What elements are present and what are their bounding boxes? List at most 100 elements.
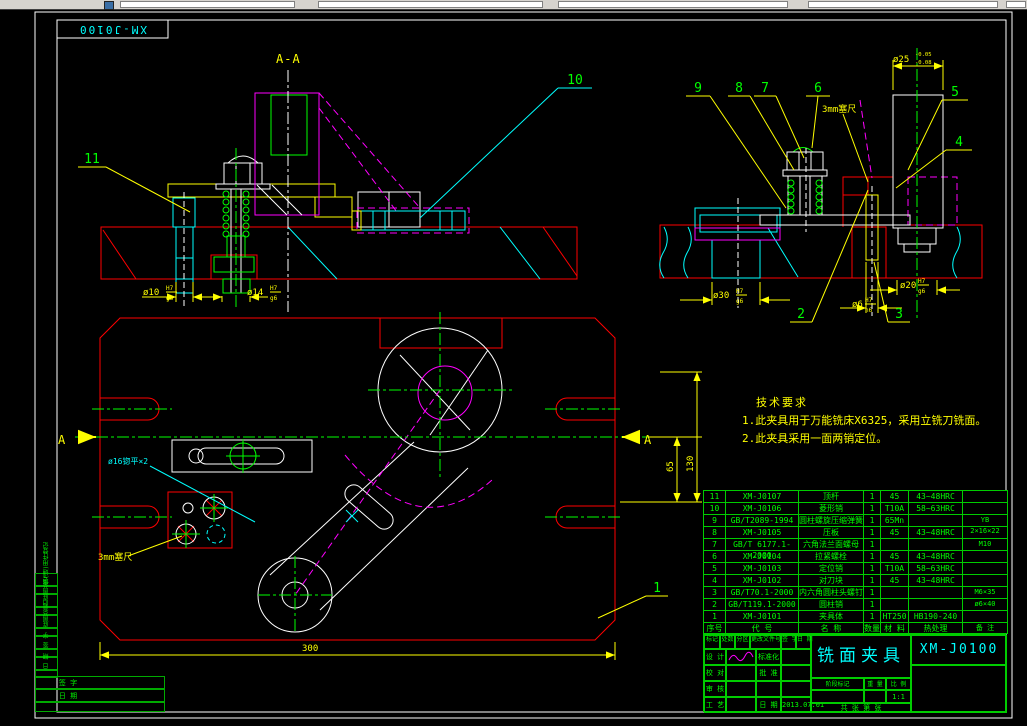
dim-fit: g6 xyxy=(736,298,744,305)
titleblock-label: 阶段标记 xyxy=(811,678,864,690)
parts-table-row: 3 GB/T70.1-2000 内六角圆柱头螺钉 1 M6×35 xyxy=(704,586,1007,598)
parts-table-cell: 定位销 xyxy=(799,563,864,574)
parts-table-cell: 1 xyxy=(864,575,881,586)
parts-table-cell: 热处理 xyxy=(909,623,963,633)
parts-table-cell: XM-J0101 xyxy=(726,611,799,622)
dim-phi6: ø6 xyxy=(852,300,863,310)
balloon-10: 10 xyxy=(567,73,583,88)
parts-table-cell: 58~63HRC xyxy=(909,563,963,574)
parts-table-cell: 43~48HRC xyxy=(909,575,963,586)
parts-table-cell: 1 xyxy=(864,491,881,502)
parts-table-cell: 内六角圆柱头螺钉 xyxy=(799,587,864,598)
titleblock-cell xyxy=(911,665,1007,713)
titleblock-label: 工 艺 xyxy=(704,697,726,713)
parts-table-cell: 材 料 xyxy=(881,623,909,633)
titleblock-cell xyxy=(781,681,811,697)
parts-table: 11 XM-J0107 顶杆 1 45 43~48HRC 10 XM-J0106 菱形销 1 T10… xyxy=(703,490,1008,634)
parts-table-cell: 1 xyxy=(864,527,881,538)
parts-table-cell: GB/T70.1-2000 xyxy=(726,587,799,598)
tech-requirements: 技术要求 1.此夹具用于万能铣床X6325，采用立铣刀铣面。 2.此夹具采用一面… xyxy=(742,394,986,448)
parts-table-cell: 数量 xyxy=(864,623,881,633)
parts-table-cell: 代 号 xyxy=(726,623,799,633)
parts-table-cell: ø6×40 xyxy=(974,600,996,608)
dim-phi20: ø20 xyxy=(900,281,916,291)
parts-table-cell xyxy=(909,599,963,610)
note-feeler-right: 3mm塞尺 xyxy=(822,103,856,115)
parts-table-row: 4 XM-J0102 对刀块 1 45 43~48HRC xyxy=(704,574,1007,586)
titleblock-label: 日 期 xyxy=(796,635,813,649)
parts-table-cell: 1 xyxy=(864,611,881,622)
border-field-empty xyxy=(35,702,165,712)
balloon-1: 1 xyxy=(653,581,661,596)
parts-table-cell: 43~48HRC xyxy=(909,491,963,502)
titleblock-cell xyxy=(726,665,756,681)
titleblock-label: 比 例 xyxy=(886,678,911,690)
titleblock-cell xyxy=(811,690,864,703)
titleblock-date: 2013.07.01 xyxy=(781,697,824,713)
balloon-8: 8 xyxy=(735,81,743,96)
titleblock-cell xyxy=(726,697,756,713)
parts-table-cell: 1 xyxy=(704,611,726,622)
parts-table-row: 5 XM-J0103 定位销 1 T10A 58~63HRC xyxy=(704,562,1007,574)
note-hole: ø16锪平×2 xyxy=(108,456,148,466)
dim-phi14: ø14 xyxy=(247,288,263,298)
dim-fit: H7 xyxy=(736,288,744,295)
corner-drawing-code: XM-J0100 xyxy=(78,23,147,36)
titleblock-label: 设 计 xyxy=(704,649,726,665)
tech-requirements-item: 1.此夹具用于万能铣床X6325，采用立铣刀铣面。 xyxy=(742,414,987,427)
parts-table-cell: 65Mn xyxy=(881,515,909,526)
parts-table-cell: 43~48HRC xyxy=(909,527,963,538)
titleblock-label: 分区 xyxy=(735,635,750,649)
parts-table-cell: GB/T 6177.1-2000 xyxy=(726,539,799,560)
cut-arrow-label-left: A xyxy=(58,433,66,447)
parts-table-cell: GB/T2089-1994 xyxy=(726,515,799,526)
parts-table-cell: 11 xyxy=(704,491,726,502)
titleblock-signature-cell xyxy=(726,649,756,665)
parts-table-cell: 58~63HRC xyxy=(909,503,963,514)
parts-table-cell: XM-J0107 xyxy=(726,491,799,502)
parts-table-cell: 1 xyxy=(864,587,881,598)
parts-table-cell: 1 xyxy=(864,503,881,514)
balloon-11: 11 xyxy=(84,152,100,167)
dim-fit: g6 xyxy=(918,288,926,295)
titleblock-label: 批 准 xyxy=(756,665,781,681)
cut-arrow-label-right: A xyxy=(644,433,652,447)
balloon-6: 6 xyxy=(814,81,822,96)
parts-table-cell: 1 xyxy=(864,551,881,562)
parts-table-cell xyxy=(881,599,909,610)
parts-table-cell: 43~48HRC xyxy=(909,551,963,562)
parts-table-cell: 圆柱销 xyxy=(799,599,864,610)
parts-table-row: 11 XM-J0107 顶杆 1 45 43~48HRC xyxy=(704,490,1007,502)
parts-table-cell: 45 xyxy=(881,527,909,538)
parts-table-cell: 1 xyxy=(864,599,881,610)
titleblock-cell xyxy=(726,681,756,697)
plan-view xyxy=(75,312,648,641)
parts-table-cell: T10A xyxy=(881,503,909,514)
parts-table-cell: 45 xyxy=(881,491,909,502)
dim-phi25: ø25 xyxy=(893,55,909,65)
balloon-9: 9 xyxy=(694,81,702,96)
dim-65: 65 xyxy=(666,461,676,472)
parts-table-cell xyxy=(909,515,963,526)
parts-table-row: 1 XM-J0101 夹具体 1 HT250 HB190-240 xyxy=(704,610,1007,622)
title-block: 标记 处数 分区 更改文件号 签 字 日 期 设 计 标准化 校 对 批 准 审… xyxy=(703,634,1007,713)
parts-table-cell: 夹具体 xyxy=(799,611,864,622)
parts-table-cell: T10A xyxy=(881,563,909,574)
parts-table-cell xyxy=(963,527,1007,538)
dim-300: 300 xyxy=(302,644,318,654)
parts-table-row: 9 GB/T2089-1994 圆柱螺旋压缩弹簧 1 65Mn YB 2×16×22 xyxy=(704,514,1007,535)
scale-value: 1:1 xyxy=(886,690,911,703)
parts-table-cell: 1 xyxy=(864,563,881,574)
titleblock-label: 处数 xyxy=(720,635,735,649)
designer-signature xyxy=(728,651,754,662)
parts-table-cell xyxy=(963,491,1007,502)
parts-table-cell: 6 xyxy=(704,551,726,562)
border-field: 底图总号 xyxy=(35,603,58,628)
parts-table-cell xyxy=(881,539,909,550)
dim-fit: H7 xyxy=(865,297,873,304)
titleblock-cell xyxy=(756,681,781,697)
cad-window: { "frame": { "corner_code": "XM-J0100", … xyxy=(0,0,1027,726)
parts-table-cell: 45 xyxy=(881,551,909,562)
titleblock-cell xyxy=(781,665,811,681)
titleblock-cell xyxy=(781,649,811,665)
